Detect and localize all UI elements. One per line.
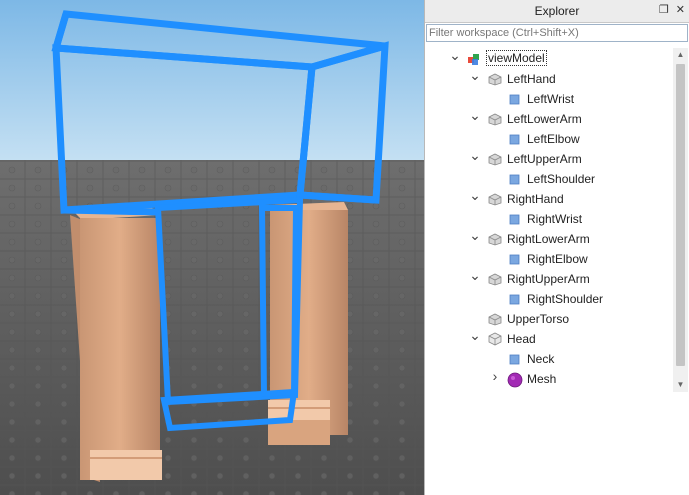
explorer-titlebar[interactable]: Explorer ❐ ✕ [425, 0, 689, 23]
tree-item-label: LeftUpperArm [507, 152, 582, 166]
viewport-scene[interactable] [0, 0, 424, 495]
attachment-icon [507, 212, 521, 226]
tree-item-label: RightHand [507, 192, 564, 206]
tree-item-label: RightWrist [527, 212, 583, 226]
tree-item-head[interactable]: ⌄ Head [425, 328, 671, 349]
attachment-icon [507, 252, 521, 266]
meshpart-icon [487, 192, 502, 206]
chevron-down-icon[interactable]: ⌄ [469, 328, 481, 342]
tree-item-label: LeftShoulder [527, 172, 596, 186]
tree-item-rightshoulder[interactable]: RightShoulder [425, 289, 671, 309]
tree-item-label: RightLowerArm [507, 232, 590, 246]
tree-scrollbar[interactable]: ▲ ▼ [673, 48, 688, 392]
chevron-right-icon[interactable]: › [489, 369, 501, 383]
tree-item-rightlowerarm[interactable]: ⌄ RightLowerArm [425, 228, 671, 249]
meshpart-icon [487, 232, 502, 246]
tree-item-viewmodel[interactable]: ⌄ viewModel [425, 48, 671, 69]
scrollbar-thumb[interactable] [676, 64, 685, 366]
tree-item-leftelbow[interactable]: LeftElbow [425, 129, 671, 149]
tree-item-lefthand[interactable]: ⌄ LeftHand [425, 68, 671, 89]
specialmesh-icon [507, 372, 523, 388]
attachment-icon [507, 292, 521, 306]
tree-item-label: Neck [527, 352, 555, 366]
attachment-icon [507, 352, 521, 366]
tree-item-rightelbow[interactable]: RightElbow [425, 249, 671, 269]
chevron-down-icon[interactable]: ⌄ [469, 68, 481, 82]
tree-item-rightupperarm[interactable]: ⌄ RightUpperArm [425, 268, 671, 289]
scroll-down-icon[interactable]: ▼ [673, 378, 688, 392]
tree-item-label: UpperTorso [507, 312, 570, 326]
tree-item-label: LeftWrist [527, 92, 575, 106]
tree-item-label: RightUpperArm [507, 272, 590, 286]
explorer-title: Explorer [534, 4, 580, 18]
chevron-down-icon[interactable]: ⌄ [469, 228, 481, 242]
3d-viewport[interactable] [0, 0, 424, 495]
tree-item-label: Head [507, 332, 536, 346]
filter-workspace-input[interactable] [429, 27, 685, 39]
tree-item-leftupperarm[interactable]: ⌄ LeftUpperArm [425, 148, 671, 169]
meshpart-icon [487, 272, 502, 286]
tree-item-rightwrist[interactable]: RightWrist [425, 209, 671, 229]
tree-item-label: LeftElbow [527, 132, 580, 146]
tree-item-label: LeftLowerArm [507, 112, 582, 126]
tree-item-label: RightElbow [527, 252, 588, 266]
attachment-icon [507, 172, 521, 186]
chevron-down-icon[interactable]: ⌄ [469, 268, 481, 282]
explorer-tree: ⌄ viewModel ⌄ LeftHand LeftWrist ⌄ LeftLowerAr… [425, 48, 671, 393]
tree-item-leftlowerarm[interactable]: ⌄ LeftLowerArm [425, 108, 671, 129]
tree-item-label: RightShoulder [527, 292, 604, 306]
tree-item-leftwrist[interactable]: LeftWrist [425, 89, 671, 109]
tree-item-uppertorso[interactable]: UpperTorso [425, 309, 671, 329]
tree-item-neck[interactable]: Neck [425, 349, 671, 369]
close-icon[interactable]: ✕ [676, 3, 685, 16]
chevron-down-icon[interactable]: ⌄ [469, 108, 481, 122]
filter-workspace-field[interactable] [426, 24, 688, 42]
chevron-down-icon[interactable]: ⌄ [449, 48, 461, 62]
meshpart-icon [487, 112, 502, 126]
right-leg-part[interactable] [268, 202, 348, 445]
restore-window-icon[interactable]: ❐ [659, 3, 669, 16]
tree-item-mesh[interactable]: › Mesh [425, 369, 671, 389]
meshpart-icon [487, 312, 502, 326]
attachment-icon [507, 92, 521, 106]
meshpart-icon [487, 152, 502, 166]
tree-item-label: Mesh [527, 372, 557, 386]
chevron-down-icon[interactable]: ⌄ [469, 188, 481, 202]
tree-item-label: viewModel [486, 50, 547, 66]
scroll-up-icon[interactable]: ▲ [673, 48, 688, 62]
explorer-panel: Explorer ❐ ✕ ⌄ viewModel ⌄ LeftHand LeftWris… [424, 0, 689, 495]
chevron-down-icon[interactable]: ⌄ [469, 148, 481, 162]
tree-item-label: LeftHand [507, 72, 556, 86]
left-leg-part[interactable] [70, 206, 162, 482]
part-icon [487, 332, 502, 346]
meshpart-icon [487, 72, 502, 86]
model-icon [467, 52, 481, 66]
attachment-icon [507, 132, 521, 146]
tree-item-righthand[interactable]: ⌄ RightHand [425, 188, 671, 209]
tree-item-leftshoulder[interactable]: LeftShoulder [425, 169, 671, 189]
